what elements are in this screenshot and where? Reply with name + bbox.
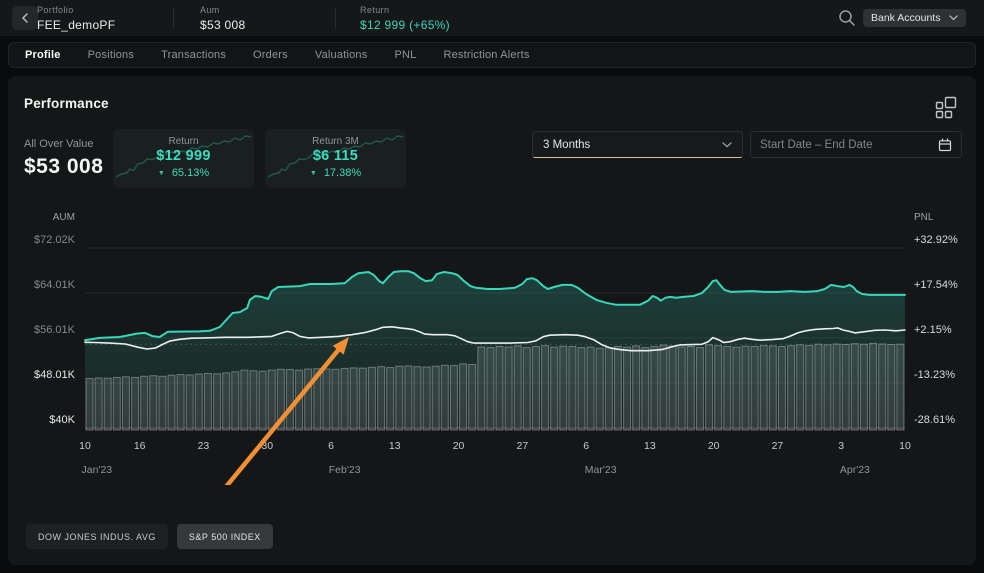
portfolio-field: Portfolio FEE_demoPF: [37, 5, 115, 32]
return-value: $12 999 (+65%): [360, 18, 450, 32]
chevron-down-icon: [949, 15, 958, 21]
date-range-input[interactable]: Start Date – End Date: [750, 131, 962, 158]
svg-text:6: 6: [583, 440, 589, 452]
page-title: Performance: [24, 96, 109, 111]
tab-profile[interactable]: Profile: [25, 49, 61, 61]
portfolio-value: FEE_demoPF: [37, 18, 115, 32]
period-select-value: 3 Months: [543, 139, 590, 151]
benchmark-sp500-button[interactable]: S&P 500 INDEX: [177, 524, 273, 549]
tab-valuations[interactable]: Valuations: [315, 49, 368, 61]
performance-panel: Performance All Over Value $53 008 Retur…: [8, 76, 976, 565]
return-label: Return: [360, 5, 450, 15]
return-field: Return $12 999 (+65%): [360, 5, 450, 32]
svg-text:20: 20: [453, 440, 465, 452]
performance-chart[interactable]: $72.02K +32.92% $64.01K +17.54% $56.01K +2.15…: [24, 205, 960, 485]
return-3m-card-label: Return 3M: [265, 136, 406, 147]
return-card-label: Return: [113, 136, 254, 147]
return-3m-card-change: ▼ 17.38%: [265, 167, 406, 179]
triangle-down-icon: ▼: [310, 170, 317, 177]
return-card-change: ▼ 65.13%: [113, 167, 254, 179]
all-over-value-amount: $53 008: [24, 155, 103, 179]
tab-bar: Profile Positions Transactions Orders Va…: [8, 42, 976, 68]
svg-text:20: 20: [708, 440, 720, 452]
all-over-value-label: All Over Value: [24, 138, 103, 150]
chevron-down-icon: [722, 142, 732, 148]
svg-text:+2.15%: +2.15%: [914, 324, 952, 336]
svg-text:Jan'23: Jan'23: [82, 464, 113, 476]
svg-text:Mar'23: Mar'23: [585, 464, 617, 476]
chevron-left-icon: [21, 13, 29, 23]
svg-text:-13.23%: -13.23%: [914, 369, 955, 381]
top-bar: Portfolio FEE_demoPF Aum $53 008 Return …: [0, 0, 984, 36]
tab-positions[interactable]: Positions: [88, 49, 134, 61]
benchmark-dow-jones-button[interactable]: DOW JONES INDUS. AVG: [26, 524, 168, 549]
divider: [335, 8, 336, 28]
svg-text:13: 13: [644, 440, 656, 452]
svg-text:PNL: PNL: [914, 212, 934, 223]
calendar-icon: [938, 138, 952, 152]
return-card-change-value: 65.13%: [172, 167, 209, 179]
bank-accounts-value: Bank Accounts: [871, 12, 940, 24]
aum-value: $53 008: [200, 18, 245, 32]
tab-restriction-alerts[interactable]: Restriction Alerts: [443, 49, 529, 61]
svg-text:3: 3: [838, 440, 844, 452]
return-card: Return $12 999 ▼ 65.13%: [113, 129, 254, 188]
svg-text:$72.02K: $72.02K: [34, 234, 76, 246]
return-card-value: $12 999: [113, 148, 254, 164]
search-icon: [838, 9, 856, 27]
svg-text:27: 27: [772, 440, 784, 452]
search-button[interactable]: [838, 9, 856, 27]
svg-text:16: 16: [134, 440, 146, 452]
portfolio-label: Portfolio: [37, 5, 115, 15]
layout-grid-button[interactable]: [934, 95, 960, 121]
aum-field: Aum $53 008: [200, 5, 245, 32]
svg-text:27: 27: [516, 440, 528, 452]
svg-text:Apr'23: Apr'23: [840, 464, 870, 476]
svg-text:AUM: AUM: [53, 212, 75, 223]
period-select[interactable]: 3 Months: [532, 131, 743, 158]
all-over-value: All Over Value $53 008: [24, 138, 103, 179]
return-3m-card-change-value: 17.38%: [324, 167, 361, 179]
bank-accounts-select[interactable]: Bank Accounts: [863, 9, 966, 27]
svg-text:+32.92%: +32.92%: [914, 234, 958, 246]
return-3m-card-value: $6 115: [265, 148, 406, 164]
svg-text:Feb'23: Feb'23: [329, 464, 361, 476]
tab-orders[interactable]: Orders: [253, 49, 288, 61]
app-window: Portfolio FEE_demoPF Aum $53 008 Return …: [0, 0, 984, 573]
tab-transactions[interactable]: Transactions: [161, 49, 226, 61]
triangle-down-icon: ▼: [158, 170, 165, 177]
svg-text:$64.01K: $64.01K: [34, 279, 76, 291]
tab-pnl[interactable]: PNL: [394, 49, 416, 61]
svg-text:13: 13: [389, 440, 401, 452]
layout-grid-icon: [934, 95, 958, 119]
back-button[interactable]: [12, 6, 38, 30]
svg-text:$40K: $40K: [49, 414, 75, 426]
divider: [173, 8, 174, 28]
svg-text:$48.01K: $48.01K: [34, 369, 76, 381]
svg-text:-28.61%: -28.61%: [914, 414, 955, 426]
aum-label: Aum: [200, 5, 245, 15]
svg-text:$56.01K: $56.01K: [34, 324, 76, 336]
return-3m-card: Return 3M $6 115 ▼ 17.38%: [265, 129, 406, 188]
svg-text:23: 23: [198, 440, 210, 452]
svg-text:+17.54%: +17.54%: [914, 279, 958, 291]
svg-text:6: 6: [328, 440, 334, 452]
date-range-placeholder: Start Date – End Date: [760, 139, 873, 151]
svg-text:10: 10: [79, 440, 91, 452]
benchmark-toggle-row: DOW JONES INDUS. AVG S&P 500 INDEX: [26, 524, 273, 549]
svg-text:10: 10: [899, 440, 911, 452]
